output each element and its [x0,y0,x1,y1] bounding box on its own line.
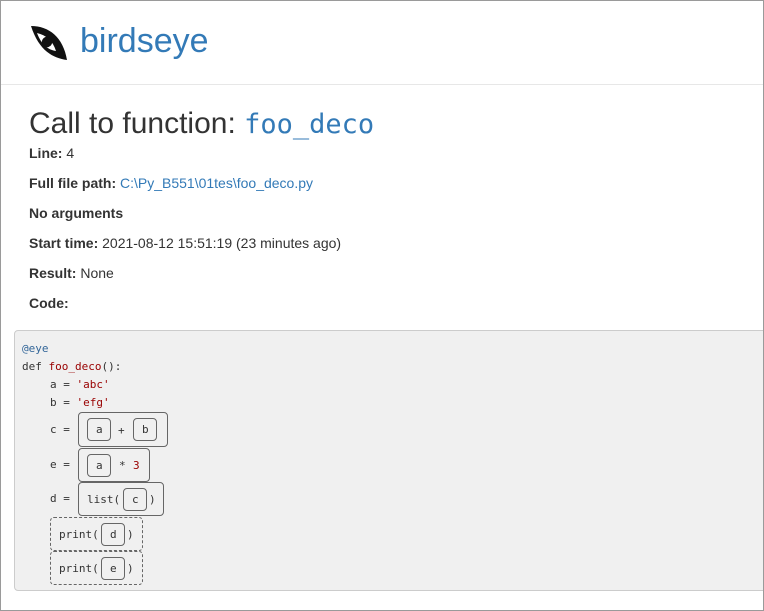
expr-d-arg-box[interactable]: c [123,488,147,511]
print-d-close: ) [127,528,134,541]
print-e-arg: e [110,562,117,575]
line-a-lhs: a = [50,378,77,391]
code-panel: @eye def foo_deco(): a = 'abc' b = 'efg'… [14,330,763,591]
function-name: foo_deco [244,109,375,140]
line-d-lhs: d = [50,492,77,505]
line-label: Line: [29,145,63,161]
print-e-arg-box[interactable]: e [101,557,125,580]
expr-d-box[interactable]: list( c ) [78,482,164,516]
meta-arguments: No arguments [29,204,763,234]
arguments-label: No arguments [29,205,124,221]
expr-e-left-box[interactable]: a [87,454,111,477]
expr-c-left: a [96,423,103,436]
meta-start-time: Start time: 2021-08-12 15:51:19 (23 minu… [29,234,763,264]
main-content: Call to function: foo_deco Line: 4 Full … [1,106,763,324]
meta-code: Code: [29,294,763,324]
def-tail: (): [101,360,122,373]
expr-c-left-box[interactable]: a [87,418,111,441]
result-value: None [80,265,114,281]
meta-line: Line: 4 [29,144,763,174]
expr-e-box[interactable]: a * 3 [78,448,150,482]
print-d-arg: d [110,528,117,541]
expr-e-left: a [96,459,103,472]
expr-d-arg: c [132,493,139,506]
stmt-print-d-box[interactable]: print( d ) [50,517,143,551]
result-label: Result: [29,265,77,281]
line-b-lhs: b = [50,396,77,409]
navbar: birdseye [1,1,763,85]
line-c-lhs: c = [50,423,77,436]
brand-name: birdseye [80,21,209,60]
expr-e-op: * [119,459,126,472]
line-a-value: 'abc' [76,378,110,391]
start-time-label: Start time: [29,235,99,251]
print-d-arg-box[interactable]: d [101,523,125,546]
expr-d-call: list( [87,493,121,506]
meta-result: Result: None [29,264,763,294]
line-value: 4 [66,145,75,161]
start-time-value: 2021-08-12 15:51:19 (23 minutes ago) [102,235,342,251]
brand-link[interactable]: birdseye [29,23,209,63]
def-function-name: foo_deco [48,360,102,373]
file-path-link[interactable]: C:\Py_B551\01tes\foo_deco.py [120,175,313,191]
line-b-value: 'efg' [76,396,110,409]
path-label: Full file path: [29,175,117,191]
code-line-a: a = 'abc' [50,378,110,392]
title-prefix: Call to function: [29,107,236,140]
expr-c-op: + [118,424,125,437]
expr-c-right: b [142,423,149,436]
decorator-line: @eye [22,342,49,355]
code-label: Code: [29,295,69,311]
print-e-call: print( [59,562,99,575]
line-e-lhs: e = [50,458,77,471]
page-title: Call to function: foo_deco [29,106,763,143]
stmt-print-e-box[interactable]: print( e ) [50,551,143,585]
expr-c-right-box[interactable]: b [133,418,157,441]
print-d-call: print( [59,528,99,541]
def-line: def foo_deco(): [22,360,121,374]
meta-path: Full file path: C:\Py_B551\01tes\foo_dec… [29,174,763,204]
expr-e-num: 3 [133,459,140,472]
print-e-close: ) [127,562,134,575]
browser-frame: birdseye Call to function: foo_deco Line… [0,0,764,611]
expr-d-close: ) [149,493,156,506]
code-line-b: b = 'efg' [50,396,110,410]
def-keyword: def [22,360,42,373]
expr-c-box[interactable]: a + b [78,412,168,447]
birdseye-logo-icon [29,23,69,63]
